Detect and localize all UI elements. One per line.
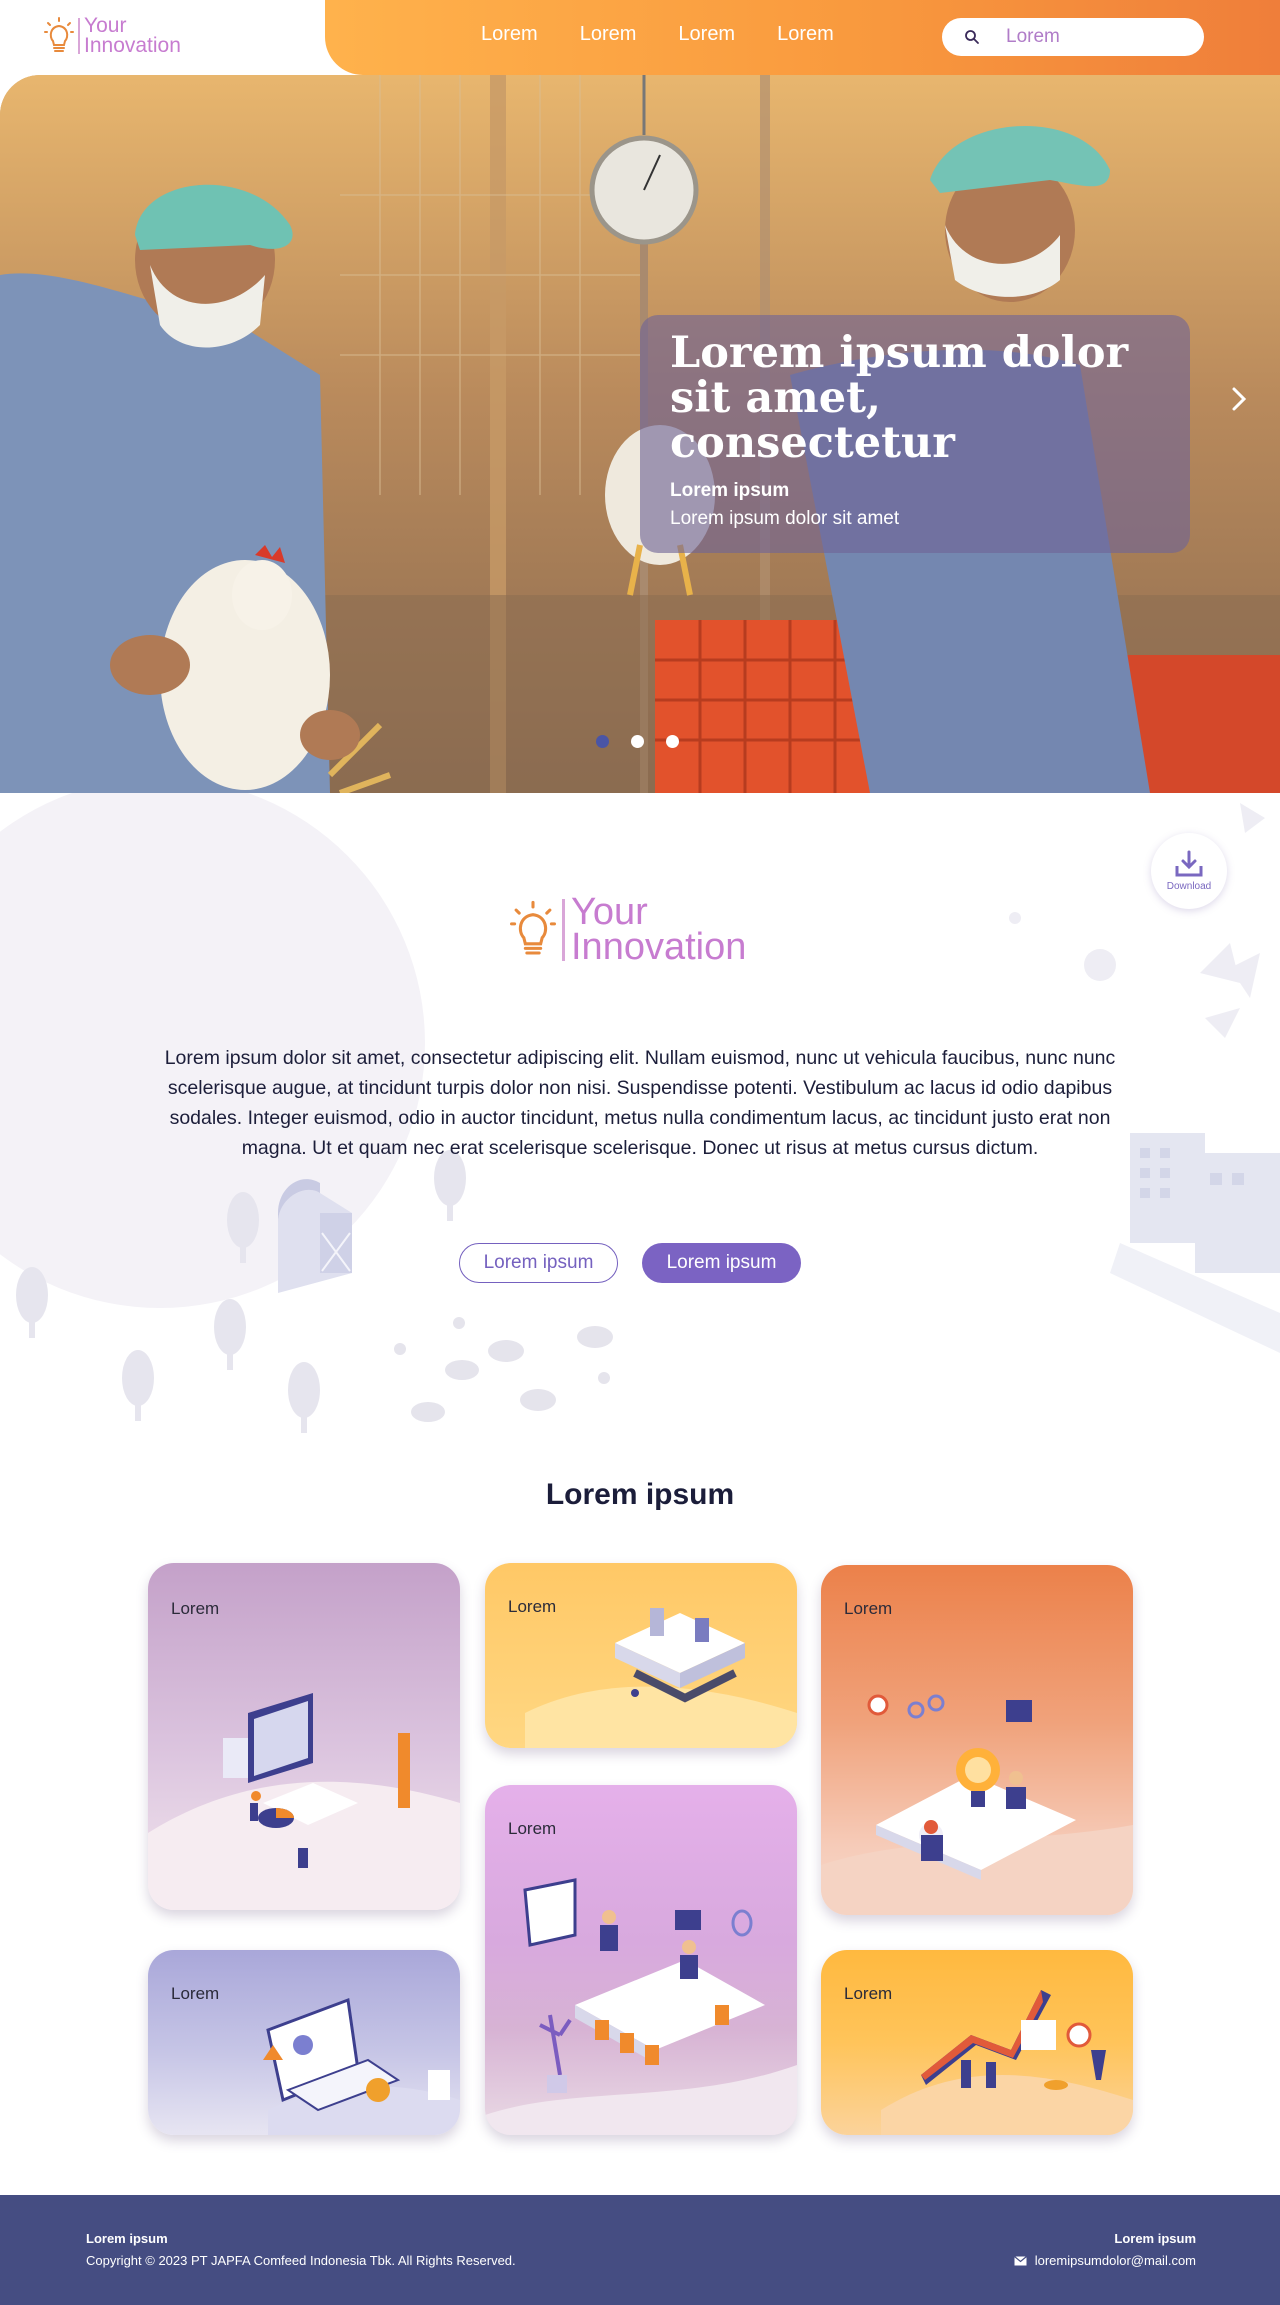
gallery-card-5[interactable]: Lorem [485, 1785, 797, 2135]
gallery-card-3[interactable]: Lorem [821, 1565, 1133, 1915]
slider-dot-2[interactable] [631, 735, 644, 748]
footer-email-link[interactable]: loremipsumdolor@mail.com [1013, 2253, 1196, 2268]
logo-divider [78, 18, 80, 54]
gallery-card-6[interactable]: Lorem [821, 1950, 1133, 2135]
chevron-right-icon[interactable] [1228, 385, 1250, 413]
nav-bar: Lorem Lorem Lorem Lorem [325, 0, 1280, 75]
download-label: Download [1166, 881, 1212, 892]
card-label: Lorem [508, 1597, 557, 1616]
site-logo[interactable]: Your Innovation [44, 14, 181, 57]
gallery-card-4[interactable]: Lorem [148, 1950, 460, 2135]
footer-title: Lorem ipsum [86, 2231, 168, 2246]
search-icon[interactable] [964, 29, 980, 45]
card-label: Lorem [844, 1599, 893, 1618]
slider-dot-3[interactable] [666, 735, 679, 748]
gallery-card-2[interactable]: Lorem [485, 1563, 797, 1748]
card-label: Lorem [171, 1984, 220, 2003]
hero-caption: Lorem ipsum dolor sit amet, consectetur … [640, 315, 1190, 553]
nav-link-2[interactable]: Lorem [580, 23, 637, 46]
slider-dots [596, 735, 679, 748]
download-button[interactable]: Download [1151, 833, 1227, 909]
slider-dot-1[interactable] [596, 735, 609, 748]
secondary-button[interactable]: Lorem ipsum [459, 1243, 618, 1283]
lightbulb-icon [510, 900, 556, 955]
footer-email: loremipsumdolor@mail.com [1034, 2253, 1196, 2268]
logo-text: Your Innovation [571, 891, 747, 968]
card-illustration [525, 1608, 797, 1748]
hero-slider: Lorem ipsum dolor sit amet, consectetur … [0, 75, 1280, 793]
card-label: Lorem [844, 1984, 893, 2003]
download-icon [1175, 850, 1203, 877]
card-illustration [263, 1997, 460, 2135]
hero-subtitle: Lorem ipsum [670, 480, 790, 501]
mail-icon [1013, 2255, 1027, 2265]
gallery-title: Lorem ipsum [545, 1478, 735, 1511]
search-input[interactable] [1006, 26, 1176, 48]
nav-link-4[interactable]: Lorem [777, 23, 834, 46]
about-logo: Your Innovation [510, 891, 747, 968]
card-illustration [881, 1990, 1133, 2135]
nav-link-3[interactable]: Lorem [678, 23, 735, 46]
footer-contact-title: Lorem ipsum [1114, 2231, 1196, 2246]
gallery-card-1[interactable]: Lorem [148, 1563, 460, 1910]
hero-title: Lorem ipsum dolor sit amet, consectetur [670, 328, 1129, 468]
card-label: Lorem [508, 1819, 557, 1838]
footer-copyright: Copyright © 2023 PT JAPFA Comfeed Indone… [86, 2253, 516, 2268]
nav-link-1[interactable]: Lorem [481, 23, 538, 46]
card-label: Lorem [171, 1599, 220, 1618]
hero-description: Lorem ipsum dolor sit amet [670, 508, 900, 529]
site-header: Your Innovation Lorem Lorem Lorem Lorem [0, 0, 1280, 75]
lightbulb-icon [44, 17, 74, 52]
about-description: Lorem ipsum dolor sit amet, consectetur … [164, 1047, 1116, 1159]
site-footer: Lorem ipsum Copyright © 2023 PT JAPFA Co… [0, 2195, 1280, 2305]
logo-divider [562, 899, 565, 961]
search-box[interactable] [942, 18, 1204, 56]
primary-button[interactable]: Lorem ipsum [642, 1243, 801, 1283]
logo-text: Your Innovation [84, 14, 181, 57]
main-nav: Lorem Lorem Lorem Lorem [481, 23, 834, 46]
